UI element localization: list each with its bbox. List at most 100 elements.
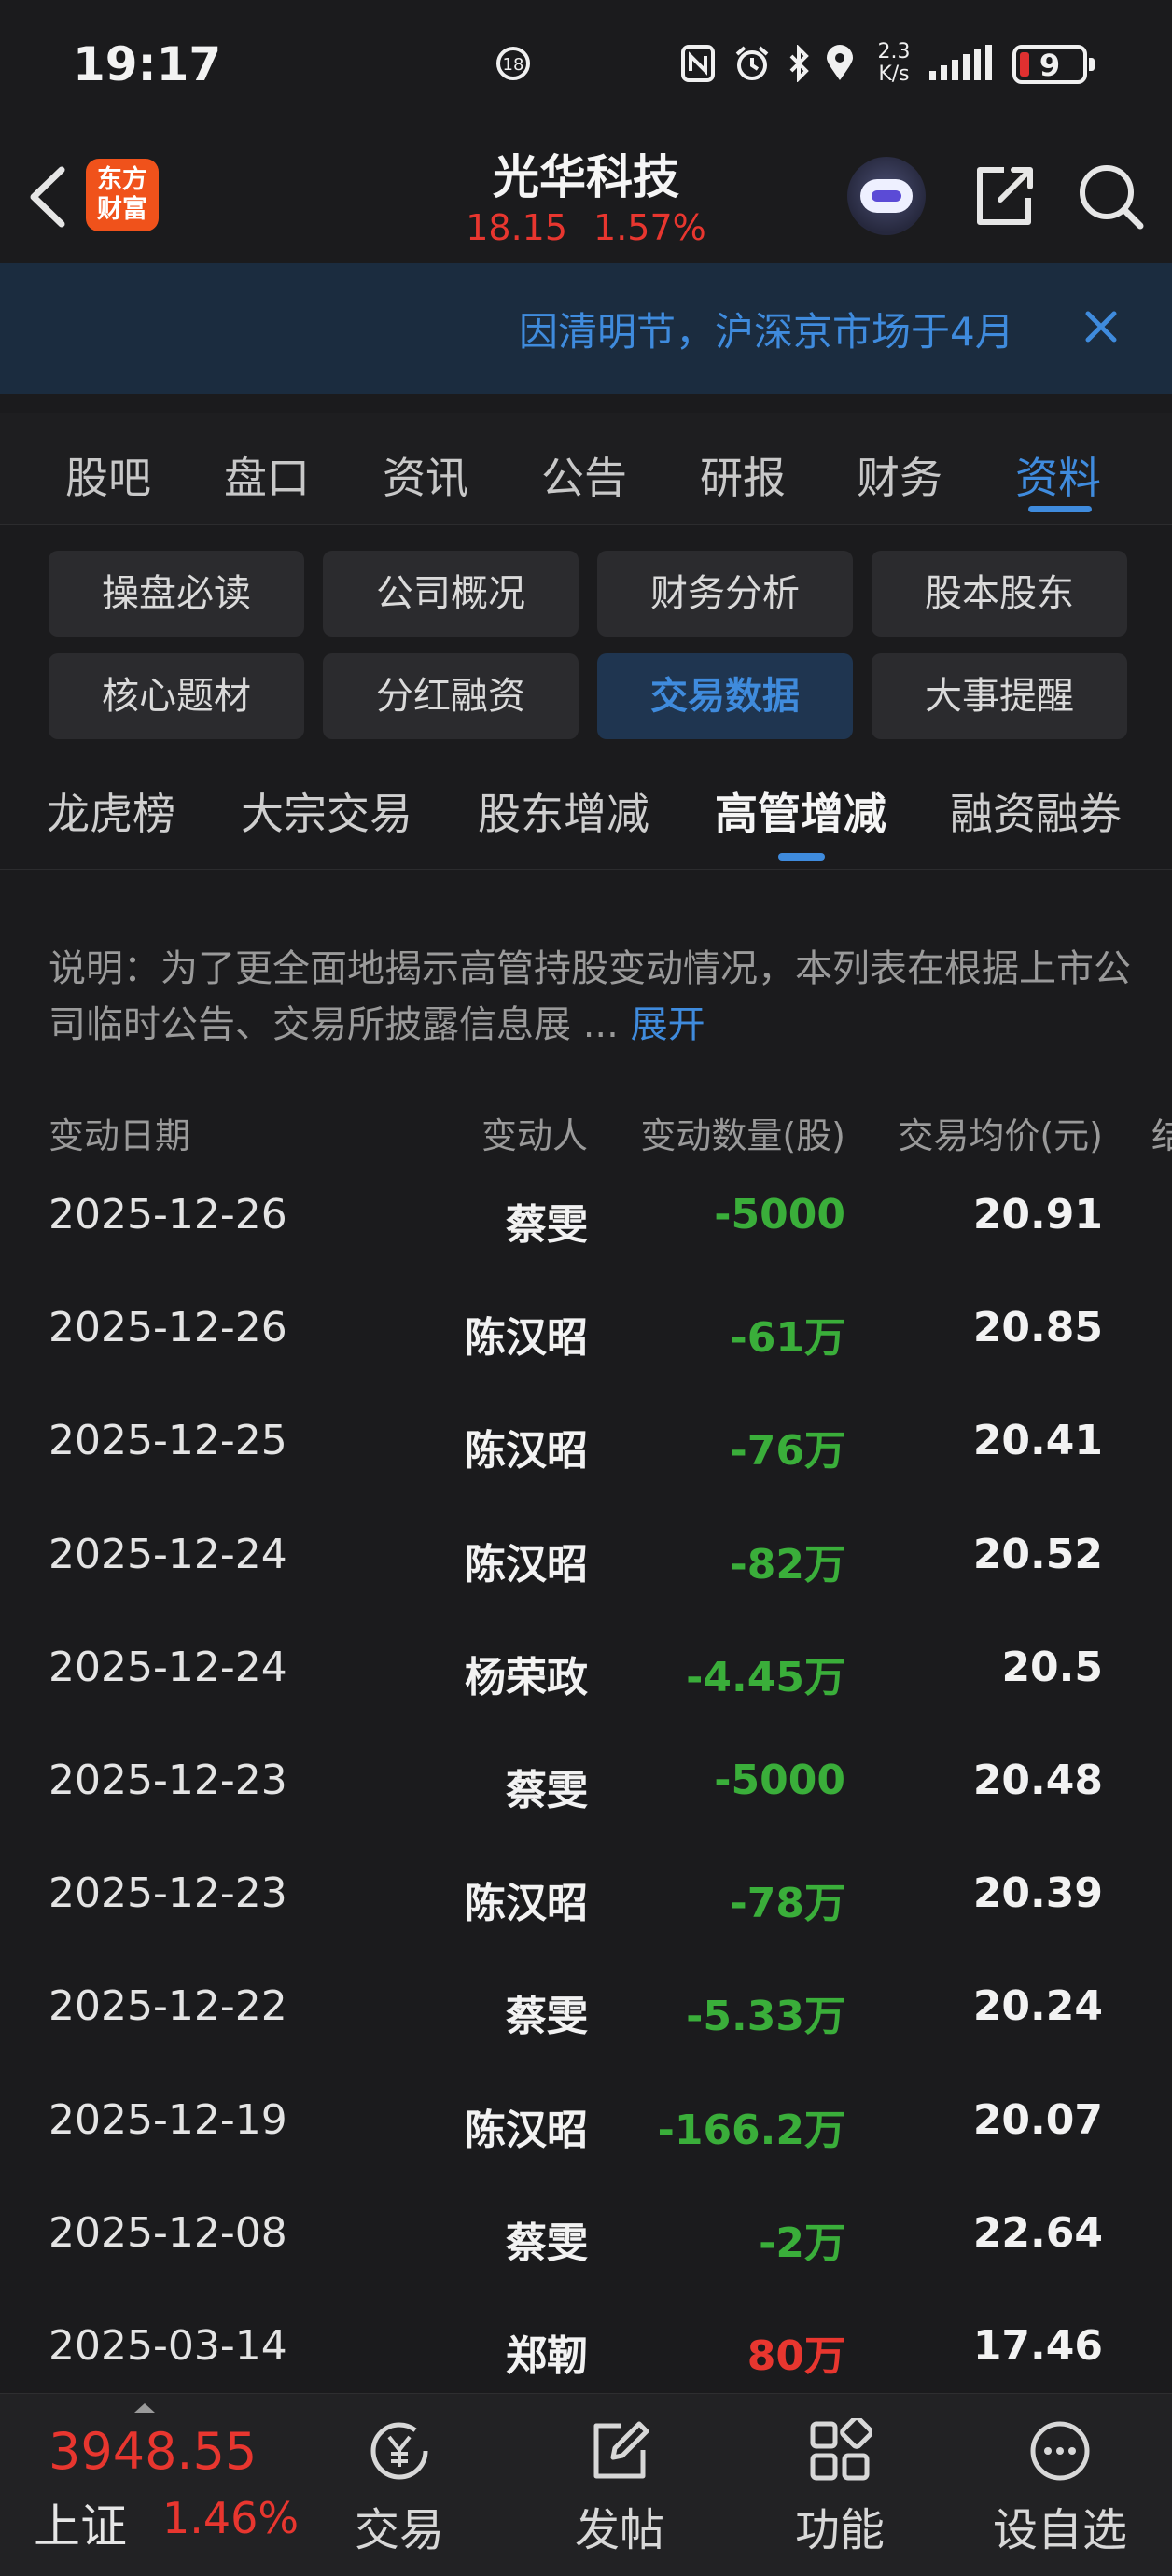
table-row[interactable]: 2025-12-26 陈汉昭 -61万 20.85 bbox=[0, 1281, 1172, 1394]
search-button[interactable] bbox=[1073, 159, 1148, 233]
table-row[interactable]: 2025-12-19 陈汉昭 -166.2万 20.07 bbox=[0, 2074, 1172, 2187]
tab-profile[interactable]: 资料 bbox=[1015, 444, 1101, 506]
index-change-pct: 1.46% bbox=[162, 2493, 300, 2543]
change-date-cell: 2025-12-26 bbox=[49, 1304, 287, 1352]
person-cell: 蔡雯 bbox=[506, 2219, 588, 2267]
index-value: 3948.55 bbox=[49, 2422, 258, 2481]
table-row[interactable]: 2025-12-23 陈汉昭 -78万 20.39 bbox=[0, 1847, 1172, 1960]
chip-financial-analysis[interactable]: 财务分析 bbox=[597, 551, 853, 637]
change-qty-cell: -61万 bbox=[730, 1314, 846, 1363]
stock-price: 18.15 bbox=[466, 207, 568, 248]
subtab-shareholder-changes[interactable]: 股东增减 bbox=[478, 780, 649, 842]
avg-price-cell: 20.39 bbox=[972, 1869, 1103, 1918]
tab-pankou[interactable]: 盘口 bbox=[224, 444, 310, 506]
notice-banner[interactable]: 因清明节，沪深京市场于4月 bbox=[0, 263, 1172, 394]
subtab-executive-changes[interactable]: 高管增减 bbox=[715, 780, 886, 842]
share-icon bbox=[977, 167, 1033, 225]
change-qty-cell: -4.45万 bbox=[686, 1653, 845, 1701]
subtab-dragon-tiger[interactable]: 龙虎榜 bbox=[47, 780, 175, 842]
tab-guba[interactable]: 股吧 bbox=[65, 444, 151, 506]
change-date-cell: 2025-12-22 bbox=[49, 1982, 287, 2031]
change-qty-cell: -5000 bbox=[714, 1757, 845, 1804]
svg-text:18: 18 bbox=[503, 55, 524, 75]
status-bar: 19:17 18 2.3 K/s 9 bbox=[0, 0, 1172, 131]
chip-core-themes[interactable]: 核心题材 bbox=[49, 653, 304, 739]
signal-icon bbox=[928, 45, 998, 82]
chip-trading-data[interactable]: 交易数据 bbox=[597, 653, 853, 739]
table-row[interactable]: 2025-12-22 蔡雯 -5.33万 20.24 bbox=[0, 1960, 1172, 2073]
change-date-cell: 2025-12-25 bbox=[49, 1417, 287, 1465]
table-row[interactable]: 2025-12-26 蔡雯 -5000 20.91 bbox=[0, 1169, 1172, 1281]
tab-research[interactable]: 研报 bbox=[700, 444, 786, 506]
person-cell: 陈汉昭 bbox=[465, 1427, 588, 1476]
subtab-block-trades[interactable]: 大宗交易 bbox=[241, 780, 412, 842]
bottom-bar: 3948.55 上证 1.46% 交易 发帖 功能 设自选 bbox=[0, 2393, 1172, 2576]
profile-sub-menu: 操盘必读 公司概况 财务分析 股本股东 核心题材 分红融资 交易数据 大事提醒 bbox=[0, 525, 1172, 752]
header-truncated-column[interactable]: 结 bbox=[1151, 1107, 1172, 1158]
index-ticker[interactable]: 3948.55 上证 1.46% bbox=[0, 2394, 308, 2576]
person-cell: 陈汉昭 bbox=[465, 1540, 588, 1589]
nfc-icon bbox=[679, 45, 717, 82]
app-notification-icon: 18 bbox=[495, 45, 532, 82]
tab-finance[interactable]: 财务 bbox=[857, 444, 942, 506]
avg-price-cell: 20.91 bbox=[972, 1191, 1103, 1239]
chip-dividends-financing[interactable]: 分红融资 bbox=[323, 653, 579, 739]
edit-icon bbox=[587, 2418, 652, 2484]
header-avg-price[interactable]: 交易均价(元) bbox=[898, 1107, 1103, 1158]
change-qty-cell: 80万 bbox=[746, 2332, 845, 2380]
change-qty-cell: -2万 bbox=[759, 2219, 845, 2267]
tab-announcements[interactable]: 公告 bbox=[541, 444, 627, 506]
tab-news[interactable]: 资讯 bbox=[383, 444, 468, 506]
alarm-icon bbox=[733, 45, 771, 82]
network-speed: 2.3 K/s bbox=[877, 40, 911, 86]
header-change-date[interactable]: 变动日期 bbox=[49, 1107, 190, 1158]
nav-post[interactable]: 发帖 bbox=[526, 2407, 713, 2566]
location-icon bbox=[821, 45, 858, 82]
table-row[interactable]: 2025-12-24 陈汉昭 -82万 20.52 bbox=[0, 1508, 1172, 1621]
expand-link[interactable]: 展开 bbox=[631, 1003, 705, 1046]
grid-apps-icon bbox=[807, 2415, 873, 2484]
avg-price-cell: 20.24 bbox=[972, 1982, 1103, 2031]
more-circle-icon bbox=[1027, 2418, 1093, 2484]
search-icon bbox=[1080, 165, 1144, 230]
nav-functions[interactable]: 功能 bbox=[746, 2407, 933, 2566]
person-cell: 郑靭 bbox=[506, 2332, 588, 2380]
stock-header: 东方 财富 光华科技 18.15 1.57% bbox=[0, 131, 1172, 263]
nav-watchlist[interactable]: 设自选 bbox=[967, 2407, 1153, 2566]
header-change-qty[interactable]: 变动数量(股) bbox=[640, 1107, 845, 1158]
trading-data-tabs: 龙虎榜 大宗交易 股东增减 高管增减 融资融券 bbox=[0, 752, 1172, 870]
table-row[interactable]: 2025-03-14 郑靭 80万 17.46 bbox=[0, 2300, 1172, 2393]
change-date-cell: 2025-12-23 bbox=[49, 1757, 287, 1804]
avg-price-cell: 22.64 bbox=[972, 2208, 1103, 2257]
avg-price-cell: 20.52 bbox=[972, 1530, 1103, 1578]
chip-share-capital[interactable]: 股本股东 bbox=[872, 551, 1127, 637]
change-date-cell: 2025-12-24 bbox=[49, 1643, 287, 1691]
person-cell: 蔡雯 bbox=[506, 1993, 588, 2041]
share-button[interactable] bbox=[967, 159, 1041, 233]
table-row[interactable]: 2025-12-24 杨荣政 -4.45万 20.5 bbox=[0, 1621, 1172, 1734]
table-row[interactable]: 2025-12-23 蔡雯 -5000 20.48 bbox=[0, 1734, 1172, 1847]
nav-trade[interactable]: 交易 bbox=[306, 2407, 493, 2566]
chip-company-overview[interactable]: 公司概况 bbox=[323, 551, 579, 637]
table-row[interactable]: 2025-12-08 蔡雯 -2万 22.64 bbox=[0, 2187, 1172, 2300]
ai-assistant-icon[interactable] bbox=[847, 157, 926, 235]
battery-icon: 9 bbox=[1012, 45, 1095, 84]
active-subtab-indicator bbox=[778, 853, 825, 861]
change-qty-cell: -166.2万 bbox=[657, 2106, 845, 2154]
table-row[interactable]: 2025-12-25 陈汉昭 -76万 20.41 bbox=[0, 1394, 1172, 1507]
close-icon bbox=[1085, 311, 1117, 343]
change-qty-cell: -78万 bbox=[730, 1880, 846, 1928]
avg-price-cell: 20.85 bbox=[972, 1304, 1103, 1352]
chip-event-reminders[interactable]: 大事提醒 bbox=[872, 653, 1127, 739]
avg-price-cell: 20.41 bbox=[972, 1417, 1103, 1465]
active-tab-indicator bbox=[1028, 506, 1092, 512]
avg-price-cell: 17.46 bbox=[972, 2322, 1103, 2370]
index-name: 上证 bbox=[34, 2499, 127, 2554]
chip-trading-essentials[interactable]: 操盘必读 bbox=[49, 551, 304, 637]
change-qty-cell: -5.33万 bbox=[686, 1993, 845, 2041]
person-cell: 蔡雯 bbox=[506, 1201, 588, 1249]
header-person[interactable]: 变动人 bbox=[481, 1107, 588, 1158]
subtab-margin-trading[interactable]: 融资融券 bbox=[950, 780, 1122, 842]
notice-close-button[interactable] bbox=[1075, 301, 1127, 353]
change-qty-cell: -76万 bbox=[730, 1427, 846, 1476]
